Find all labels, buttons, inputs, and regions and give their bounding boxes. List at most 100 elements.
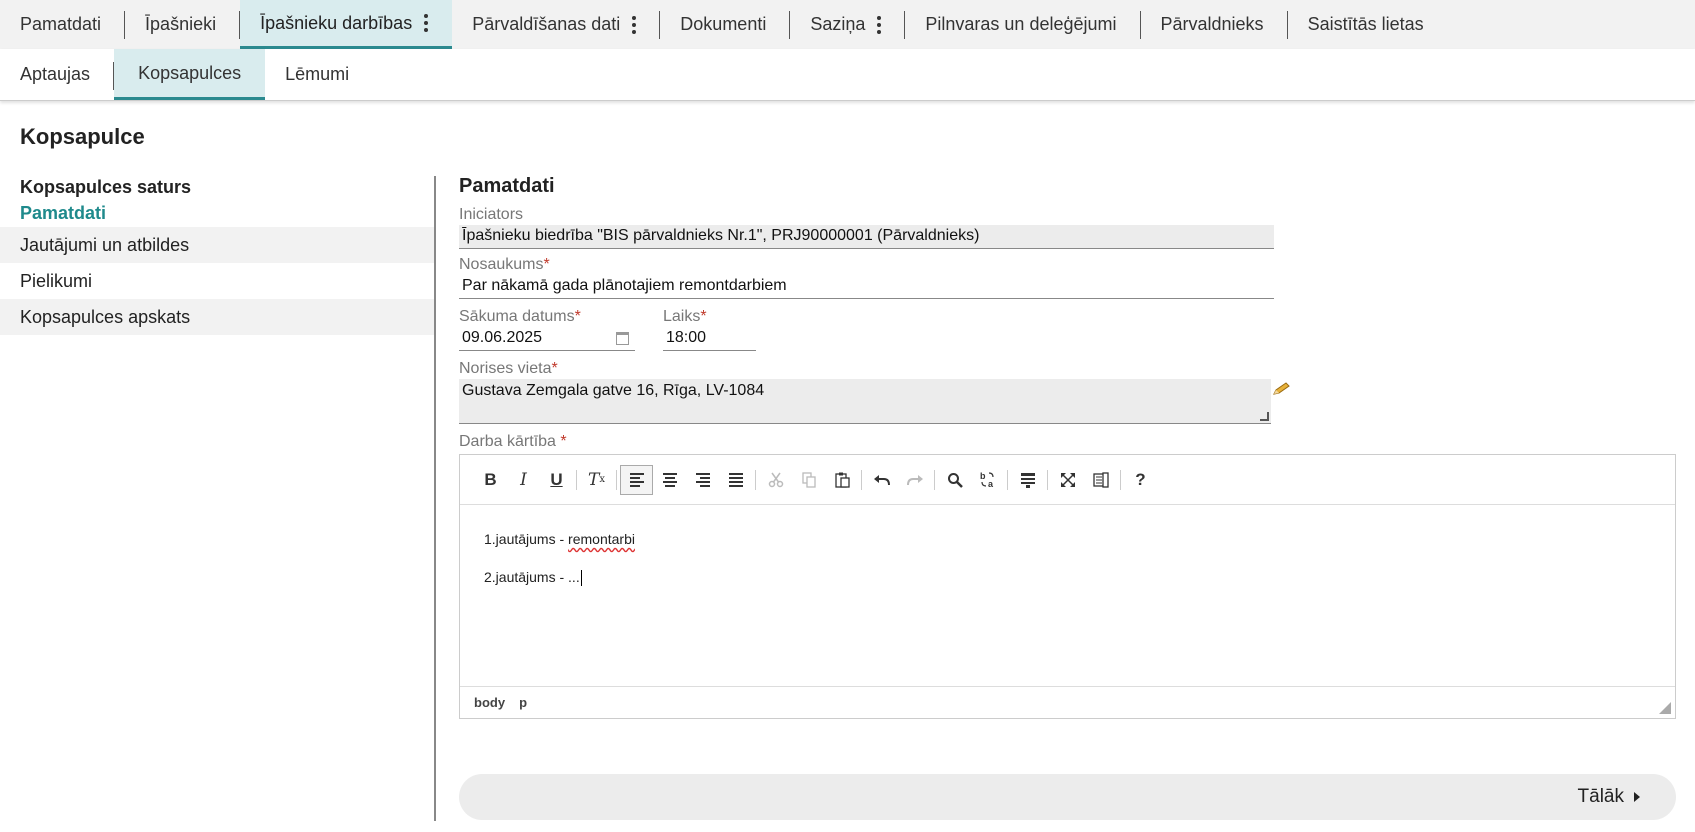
title-input[interactable]: Par nākamā gada plānotajiem remontdarbie… (459, 275, 1274, 299)
location-textarea[interactable]: Gustava Zemgala gatve 16, Rīga, LV-1084 (459, 379, 1290, 424)
subtab-lemumi[interactable]: Lēmumi (265, 49, 373, 100)
next-button[interactable]: Tālāk (1578, 786, 1640, 808)
italic-button[interactable]: I (507, 465, 540, 495)
time-label: Laiks* (663, 307, 756, 327)
sidebar-item-pamatdati[interactable]: Pamatdati (0, 199, 434, 227)
section-title: Pamatdati (459, 175, 555, 197)
underline-button[interactable]: U (540, 465, 573, 495)
redo-button[interactable] (898, 465, 931, 495)
sidebar-heading: Kopsapulces saturs (20, 177, 192, 197)
kebab-menu-icon[interactable] (424, 14, 429, 32)
help-button[interactable]: ? (1124, 465, 1157, 495)
cut-button[interactable] (759, 465, 792, 495)
initiator-field: Īpašnieku biedrība "BIS pārvaldnieks Nr.… (459, 225, 1274, 249)
initiator-label: Iniciators (459, 206, 524, 223)
tab-label: Pilnvaras un deleģējumi (925, 14, 1117, 34)
calendar-icon[interactable] (616, 332, 629, 345)
resize-grip-icon[interactable] (1659, 702, 1671, 714)
vertical-divider (434, 176, 436, 821)
justify-button[interactable] (719, 465, 752, 495)
subtab-label: Aptaujas (20, 64, 91, 84)
tab-label: Saziņa (810, 14, 866, 34)
show-blocks-button[interactable] (1011, 465, 1044, 495)
location-value: Gustava Zemgala gatve 16, Rīga, LV-1084 (462, 382, 765, 399)
subtab-aptaujas[interactable]: Aptaujas (0, 49, 115, 100)
required-mark: * (543, 256, 550, 273)
text-caret (580, 570, 582, 587)
pencil-icon[interactable] (1272, 382, 1292, 396)
svg-text:a: a (988, 479, 994, 489)
kebab-menu-icon[interactable] (877, 15, 882, 34)
align-center-button[interactable] (653, 465, 686, 495)
agenda-label-text: Darba kārtība (459, 433, 556, 450)
tab-label: Pārvaldīšanas dati (472, 14, 621, 34)
required-mark: * (551, 360, 558, 377)
start-date-label: Sākuma datums* (459, 307, 635, 327)
tab-saistitas-lietas[interactable]: Saistītās lietas (1288, 0, 1448, 49)
align-left-icon (629, 472, 644, 487)
start-date-value: 09.06.2025 (462, 329, 543, 346)
time-input[interactable]: 18:00 (663, 327, 756, 351)
tab-pilnvaras[interactable]: Pilnvaras un deleģējumi (905, 0, 1141, 49)
arrow-right-icon (1634, 792, 1640, 802)
resize-handle-icon[interactable] (1260, 412, 1269, 421)
kebab-menu-icon[interactable] (632, 15, 637, 34)
tab-sazina[interactable]: Saziņa (790, 0, 906, 49)
find-button[interactable] (938, 465, 971, 495)
tab-parvaldnieks[interactable]: Pārvaldnieks (1141, 0, 1288, 49)
undo-icon (873, 474, 890, 485)
agenda-line-1-prefix: 1.jautājums - (484, 531, 569, 547)
required-mark: * (560, 433, 567, 450)
align-right-icon (695, 472, 710, 487)
replace-icon: ba (980, 471, 994, 489)
tab-pamatdati[interactable]: Pamatdati (0, 0, 126, 49)
title-label: Nosaukums* (459, 255, 1679, 275)
replace-button[interactable]: ba (971, 465, 1004, 495)
required-mark: * (700, 308, 707, 325)
copy-icon (801, 471, 816, 488)
path-p[interactable]: p (519, 695, 527, 710)
page-title: Kopsapulce (20, 124, 145, 149)
maximize-button[interactable] (1051, 465, 1084, 495)
source-icon (1092, 471, 1109, 488)
tab-parvaldisanas-dati[interactable]: Pārvaldīšanas dati (452, 0, 661, 49)
scissors-icon (768, 472, 783, 487)
paste-button[interactable] (825, 465, 858, 495)
content-sidebar: Kopsapulces saturs Pamatdati Jautājumi u… (0, 175, 434, 335)
source-button[interactable] (1084, 465, 1117, 495)
next-bar: Tālāk (459, 774, 1676, 820)
tab-label: Pārvaldnieks (1160, 14, 1264, 34)
bold-button[interactable]: B (474, 465, 507, 495)
subtab-kopsapulces[interactable]: Kopsapulces (114, 49, 266, 100)
location-label-text: Norises vieta (459, 360, 552, 377)
show-blocks-icon (1020, 472, 1035, 488)
path-body[interactable]: body (474, 695, 505, 710)
agenda-line-1: 1.jautājums - remontarbi (484, 531, 1651, 547)
tab-dokumenti[interactable]: Dokumenti (660, 0, 791, 49)
align-right-button[interactable] (686, 465, 719, 495)
copy-button[interactable] (792, 465, 825, 495)
location-label: Norises vieta* (459, 359, 1679, 379)
misspelled-word: remontarbi (568, 531, 635, 547)
main-form: Pamatdati Iniciators Īpašnieku biedrība … (459, 175, 1679, 719)
sidebar-item-pielikumi[interactable]: Pielikumi (0, 263, 434, 299)
editor-content[interactable]: 1.jautājums - remontarbi 2.jautājums - .… (460, 505, 1675, 685)
svg-text:b: b (980, 471, 986, 481)
start-date-group: Sākuma datums* 09.06.2025 (459, 307, 635, 351)
tab-ipasnieku-darbibas[interactable]: Īpašnieku darbības (240, 0, 453, 49)
tab-ipasnieki[interactable]: Īpašnieki (125, 0, 241, 49)
agenda-line-2: 2.jautājums - ... (484, 569, 1651, 587)
sidebar-item-jautajumi[interactable]: Jautājumi un atbildes (0, 227, 434, 263)
clear-format-button[interactable]: Tx (580, 465, 613, 495)
sidebar-item-apskats[interactable]: Kopsapulces apskats (0, 299, 434, 335)
time-label-text: Laiks (663, 308, 701, 325)
tab-label: Dokumenti (680, 14, 767, 34)
align-left-button[interactable] (620, 464, 653, 495)
time-group: Laiks* 18:00 (663, 307, 756, 351)
undo-button[interactable] (865, 465, 898, 495)
editor-statusbar: body p (460, 686, 1675, 718)
paste-icon (834, 472, 850, 488)
top-navigation: Pamatdati Īpašnieki Īpašnieku darbības P… (0, 0, 1695, 49)
start-date-input[interactable]: 09.06.2025 (459, 327, 635, 351)
tab-label: Īpašnieki (145, 14, 217, 34)
